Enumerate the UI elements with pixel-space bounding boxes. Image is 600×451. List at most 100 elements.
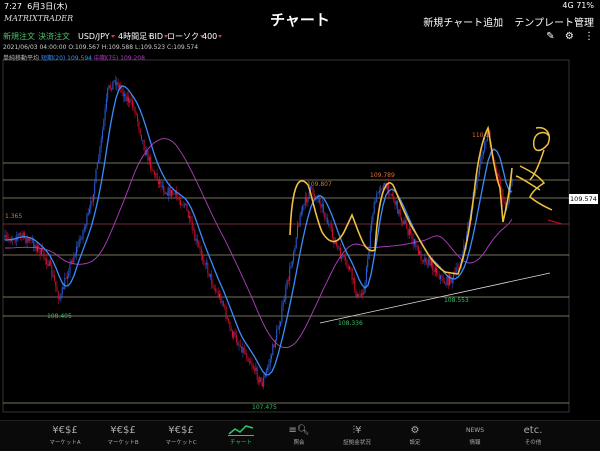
candle — [51, 264, 53, 277]
candle — [250, 361, 252, 364]
candle — [63, 287, 64, 290]
candle — [79, 238, 81, 240]
candle — [430, 260, 432, 266]
candle — [390, 193, 392, 195]
candle — [332, 228, 334, 237]
candle — [412, 238, 414, 245]
candle — [102, 130, 103, 139]
pencil-icon[interactable]: ✎ — [546, 31, 554, 42]
template-manage-button[interactable]: テンプレート管理 — [514, 18, 594, 29]
legend-ma75: 中期(75) 109.208 — [93, 55, 145, 62]
more-icon[interactable]: ⋮ — [584, 31, 594, 42]
tab-market-c[interactable]: ¥€$£ マーケットC — [156, 424, 206, 446]
candle — [252, 366, 254, 369]
candle — [485, 141, 487, 143]
candle — [408, 228, 410, 236]
candle — [391, 193, 393, 196]
candle — [196, 239, 198, 243]
status-signal: 4G 71% — [562, 1, 594, 10]
candle — [274, 340, 276, 348]
gear-icon[interactable]: ⚙ — [565, 31, 574, 42]
candle — [234, 331, 236, 335]
candle — [99, 146, 101, 160]
candle — [4, 235, 6, 240]
candle — [152, 170, 154, 172]
price-chart[interactable]: 110.1 109.789 109.807 1.365 108.405 108.… — [0, 52, 600, 420]
candle — [445, 283, 447, 285]
candle — [424, 257, 426, 262]
candle — [189, 216, 191, 218]
candle — [20, 233, 22, 235]
label-high-2: 109.789 — [370, 172, 395, 179]
label-left-level: 1.365 — [5, 213, 22, 220]
label-low-1: 108.405 — [47, 313, 72, 320]
candle — [268, 364, 270, 368]
candle — [434, 267, 436, 272]
tab-market-a[interactable]: ¥€$£ マーケットA — [40, 424, 90, 446]
candle — [105, 98, 107, 110]
candle — [389, 193, 391, 195]
timeframe-select[interactable]: 4時間足 — [118, 30, 153, 44]
candle — [141, 134, 142, 141]
etc-icon: etc. — [523, 425, 543, 436]
candle — [117, 82, 119, 88]
candle — [126, 96, 128, 102]
add-chart-button[interactable]: 新規チャート追加 — [423, 18, 503, 29]
candle — [477, 174, 479, 177]
candle — [39, 248, 41, 256]
candle — [129, 99, 131, 103]
candle — [323, 203, 324, 213]
candle — [346, 260, 348, 266]
candle — [273, 344, 275, 348]
candle — [121, 88, 123, 93]
candle — [154, 171, 155, 175]
tab-chart[interactable]: チャート — [216, 424, 266, 446]
candle — [87, 212, 89, 215]
candle — [369, 230, 371, 249]
candle — [399, 209, 401, 218]
candle — [135, 113, 137, 115]
candle — [112, 81, 114, 90]
candle — [18, 233, 20, 235]
candle — [371, 221, 373, 231]
tab-market-b[interactable]: ¥€$£ マーケットB — [98, 424, 148, 446]
pair-select[interactable]: USD/JPY — [78, 30, 115, 44]
tab-more[interactable]: etc. その他 — [508, 424, 558, 446]
tab-margin-status[interactable]: ⫶¥ 証拠金状況 — [332, 424, 382, 446]
candle — [269, 358, 271, 365]
candle — [209, 274, 211, 277]
candle — [235, 334, 237, 343]
candle-type-select[interactable]: ローソク — [167, 30, 204, 44]
candle — [180, 200, 181, 206]
candle — [304, 196, 306, 205]
candle — [157, 179, 159, 185]
candle — [286, 280, 288, 288]
tab-inquiry[interactable]: ≡🔍︎ 照会 — [274, 424, 324, 446]
tab-news[interactable]: NEWS 情報 — [450, 424, 500, 446]
candle — [355, 289, 357, 297]
candle — [438, 275, 440, 279]
candle — [411, 233, 413, 239]
new-order-button[interactable]: 新規注文 — [3, 30, 35, 44]
candle — [415, 239, 417, 247]
candle — [281, 305, 283, 322]
candle — [61, 287, 63, 294]
tab-settings[interactable]: ⚙ 設定 — [390, 424, 440, 446]
candle — [42, 249, 44, 251]
candle — [338, 247, 340, 249]
currency-icon: ¥€$£ — [52, 425, 78, 436]
candle — [337, 245, 339, 249]
candle — [420, 251, 422, 261]
count-select[interactable]: 400 — [202, 30, 223, 44]
side-select[interactable]: BID — [149, 30, 169, 44]
candle — [40, 249, 42, 256]
candle — [397, 200, 399, 214]
candle — [484, 142, 486, 152]
candle — [199, 246, 201, 249]
label-low-3: 108.553 — [444, 297, 469, 304]
candle — [73, 256, 75, 263]
candle — [277, 329, 279, 330]
candle — [456, 267, 458, 269]
close-order-button[interactable]: 決済注文 — [38, 30, 70, 44]
candle — [173, 194, 175, 195]
